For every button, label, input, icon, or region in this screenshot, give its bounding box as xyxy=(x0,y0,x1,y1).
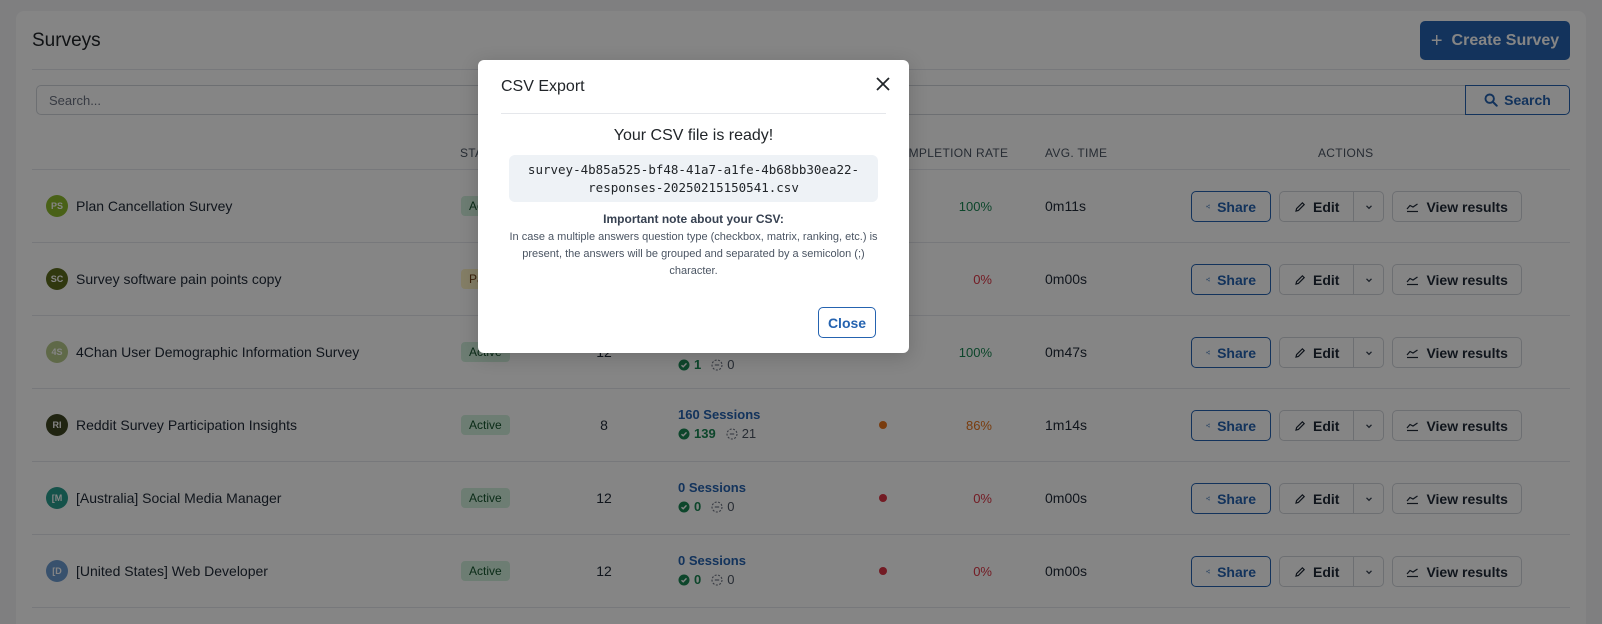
filename-line-1: survey-4b85a525-bf48-41a7-a1fe-4b68bb30e… xyxy=(527,162,860,177)
modal-heading: Your CSV file is ready! xyxy=(613,127,774,144)
csv-export-modal: CSV Export Your CSV file is ready! surve… xyxy=(478,60,909,353)
close-button[interactable]: Close xyxy=(818,307,876,338)
modal-divider xyxy=(501,113,886,114)
filename-line-2: responses-20250215150541.csv xyxy=(588,180,799,195)
note-title: Important note about your CSV: xyxy=(603,212,784,226)
note-body: In case a multiple answers question type… xyxy=(509,231,878,277)
close-icon[interactable] xyxy=(873,74,893,94)
csv-filename: survey-4b85a525-bf48-41a7-a1fe-4b68bb30e… xyxy=(509,155,878,202)
modal-title: CSV Export xyxy=(501,78,585,95)
